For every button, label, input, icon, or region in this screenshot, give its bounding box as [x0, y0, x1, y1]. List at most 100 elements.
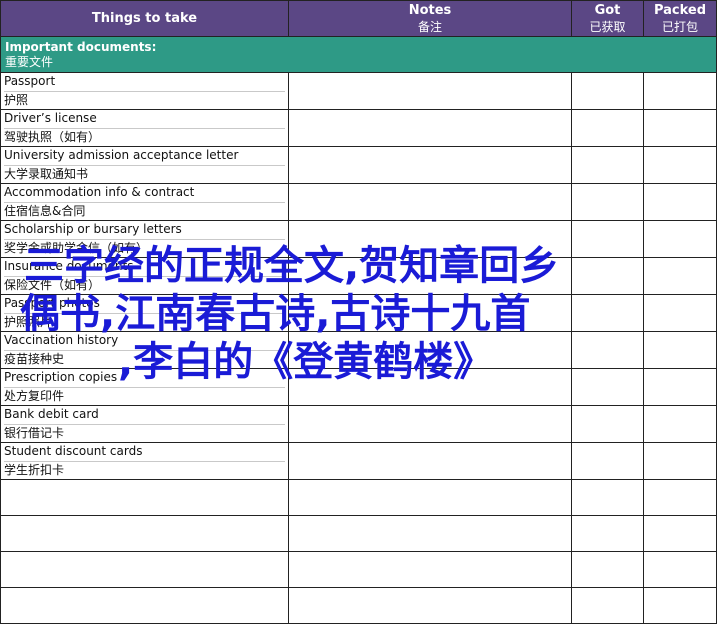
packed-cell[interactable]: [643, 257, 717, 295]
item-name-zh: 银行借记卡: [4, 426, 65, 440]
item-name-cell: Insurance documents 保险文件（如有）: [0, 257, 289, 295]
packed-cell[interactable]: [643, 368, 717, 406]
table-row: Bank debit card 银行借记卡: [0, 405, 717, 443]
empty-row: [0, 587, 717, 624]
got-cell[interactable]: [571, 257, 644, 295]
table-row: Passport photos 护照照片: [0, 294, 717, 332]
got-cell[interactable]: [571, 587, 644, 624]
section-title: Important documents: 重要文件: [0, 36, 717, 73]
header-row: Things to take Notes 备注 Got 已获取 Packed 已…: [0, 0, 717, 37]
item-name-en: Driver’s license: [4, 110, 285, 129]
item-name-zh: 奖学金或助学金信（如有）: [4, 241, 149, 255]
got-cell[interactable]: [571, 183, 644, 221]
notes-cell[interactable]: [288, 331, 572, 369]
packed-cell[interactable]: [643, 331, 717, 369]
got-cell[interactable]: [571, 405, 644, 443]
table-row: Vaccination history 疫苗接种史: [0, 331, 717, 369]
header-packed: Packed 已打包: [643, 0, 717, 37]
notes-cell[interactable]: [288, 109, 572, 147]
got-cell[interactable]: [571, 479, 644, 516]
notes-cell[interactable]: [288, 368, 572, 406]
got-cell[interactable]: [571, 294, 644, 332]
packed-cell[interactable]: [643, 442, 717, 480]
packed-cell[interactable]: [643, 479, 717, 516]
item-name-cell: Prescription copies 处方复印件: [0, 368, 289, 406]
table-row: Insurance documents 保险文件（如有）: [0, 257, 717, 295]
notes-cell[interactable]: [288, 183, 572, 221]
packed-cell[interactable]: [643, 220, 717, 258]
packed-cell[interactable]: [643, 551, 717, 588]
item-name-en: Scholarship or bursary letters: [4, 221, 285, 240]
notes-cell[interactable]: [288, 220, 572, 258]
header-got-en: Got: [594, 2, 621, 18]
notes-cell[interactable]: [288, 515, 572, 552]
got-cell[interactable]: [571, 109, 644, 147]
item-name-en: Accommodation info & contract: [4, 184, 285, 203]
packed-cell[interactable]: [643, 294, 717, 332]
item-name-cell[interactable]: [0, 551, 289, 588]
packed-cell[interactable]: [643, 587, 717, 624]
item-name-zh: 保险文件（如有）: [4, 278, 101, 292]
header-notes-en: Notes: [408, 2, 452, 18]
item-name-cell: Accommodation info & contract 住宿信息&合同: [0, 183, 289, 221]
item-name-cell: Passport photos 护照照片: [0, 294, 289, 332]
table-row: Driver’s license 驾驶执照（如有）: [0, 109, 717, 147]
notes-cell[interactable]: [288, 551, 572, 588]
item-name-en: Insurance documents: [4, 258, 285, 277]
table-row: Prescription copies 处方复印件: [0, 368, 717, 406]
item-name-cell: Passport 护照: [0, 72, 289, 110]
table-row: Student discount cards 学生折扣卡: [0, 442, 717, 480]
notes-cell[interactable]: [288, 146, 572, 184]
item-name-zh: 大学录取通知书: [4, 167, 89, 181]
notes-cell[interactable]: [288, 587, 572, 624]
got-cell[interactable]: [571, 551, 644, 588]
got-cell[interactable]: [571, 368, 644, 406]
item-name-cell: Scholarship or bursary letters 奖学金或助学金信（如…: [0, 220, 289, 258]
item-name-zh: 驾驶执照（如有）: [4, 130, 101, 144]
notes-cell[interactable]: [288, 294, 572, 332]
got-cell[interactable]: [571, 146, 644, 184]
item-name-en: Vaccination history: [4, 332, 285, 351]
packed-cell[interactable]: [643, 109, 717, 147]
table-row: Passport 护照: [0, 72, 717, 110]
item-name-cell: Bank debit card 银行借记卡: [0, 405, 289, 443]
packed-cell[interactable]: [643, 515, 717, 552]
packing-checklist-table: Things to take Notes 备注 Got 已获取 Packed 已…: [0, 0, 717, 624]
item-name-en: Student discount cards: [4, 443, 285, 462]
item-name-cell[interactable]: [0, 587, 289, 624]
item-name-zh: 护照: [4, 93, 29, 107]
packed-cell[interactable]: [643, 183, 717, 221]
item-name-cell: Student discount cards 学生折扣卡: [0, 442, 289, 480]
item-name-cell[interactable]: [0, 479, 289, 516]
header-packed-en: Packed: [653, 2, 707, 18]
header-notes-zh: 备注: [417, 19, 442, 34]
notes-cell[interactable]: [288, 479, 572, 516]
notes-cell[interactable]: [288, 442, 572, 480]
item-name-zh: 处方复印件: [4, 389, 65, 403]
notes-cell[interactable]: [288, 257, 572, 295]
packed-cell[interactable]: [643, 405, 717, 443]
section-row-important-documents: Important documents: 重要文件: [0, 36, 717, 73]
got-cell[interactable]: [571, 220, 644, 258]
header-got: Got 已获取: [571, 0, 644, 37]
header-packed-zh: 已打包: [661, 19, 698, 34]
item-name-zh: 疫苗接种史: [4, 352, 65, 366]
got-cell[interactable]: [571, 331, 644, 369]
item-name-en: Bank debit card: [4, 406, 285, 425]
item-name-en: Passport: [4, 73, 285, 92]
item-name-en: University admission acceptance letter: [4, 147, 285, 166]
table-row: Accommodation info & contract 住宿信息&合同: [0, 183, 717, 221]
item-name-cell[interactable]: [0, 515, 289, 552]
packed-cell[interactable]: [643, 146, 717, 184]
notes-cell[interactable]: [288, 72, 572, 110]
notes-cell[interactable]: [288, 405, 572, 443]
packed-cell[interactable]: [643, 72, 717, 110]
section-title-en: Important documents:: [5, 39, 157, 54]
item-name-en: Prescription copies: [4, 369, 285, 388]
item-name-zh: 学生折扣卡: [4, 463, 65, 477]
got-cell[interactable]: [571, 442, 644, 480]
got-cell[interactable]: [571, 72, 644, 110]
table-row: University admission acceptance letter 大学…: [0, 146, 717, 184]
got-cell[interactable]: [571, 515, 644, 552]
empty-row: [0, 551, 717, 588]
